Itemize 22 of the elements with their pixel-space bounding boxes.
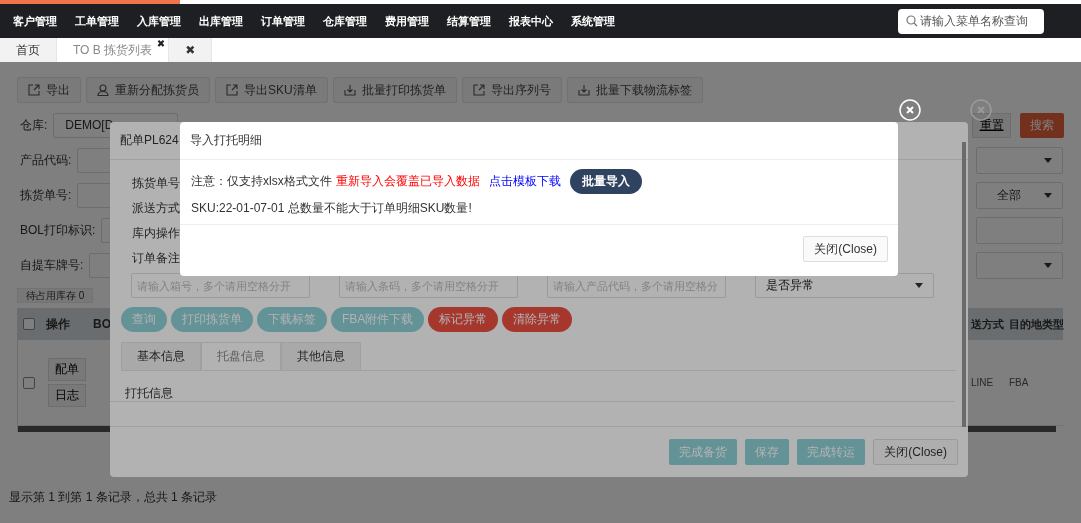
column-header: 送方式 [971, 316, 1005, 332]
record-count: 显示第 1 到第 1 条记录，总共 1 条记录 [9, 489, 219, 506]
section-title: 打托信息 [125, 386, 173, 400]
field-label: 订单备注 [132, 251, 180, 265]
field-label: 派送方式 [132, 201, 180, 215]
field-label: 产品代码: [20, 152, 72, 169]
column-header: BO [93, 317, 111, 331]
column-header: 目的地类型 [1008, 316, 1063, 332]
field-label: 自提车牌号: [20, 257, 84, 274]
table-cell: FBA [1009, 377, 1029, 388]
field-label: 仓库: [20, 116, 48, 134]
table-cell: LINE [971, 377, 994, 388]
field-label: BOL打印标识: [20, 222, 96, 239]
notice-text: 注意：仅支持xlsx格式文件 [191, 173, 332, 190]
dialog-title: 导入打托明细 [190, 132, 262, 149]
error-message: SKU:22-01-07-01 总数量不能大于订单明细SKU数量! [191, 200, 473, 217]
warning-text: 重新导入会覆盖已导入数据 [335, 173, 480, 190]
column-header: 操作 [45, 315, 71, 333]
dialog-title: 配单PL624 [120, 132, 179, 149]
field-label: 拣货单号: [20, 187, 72, 204]
field-label: 拣货单号 [132, 176, 180, 190]
field-label: 库内操作 [132, 226, 180, 240]
